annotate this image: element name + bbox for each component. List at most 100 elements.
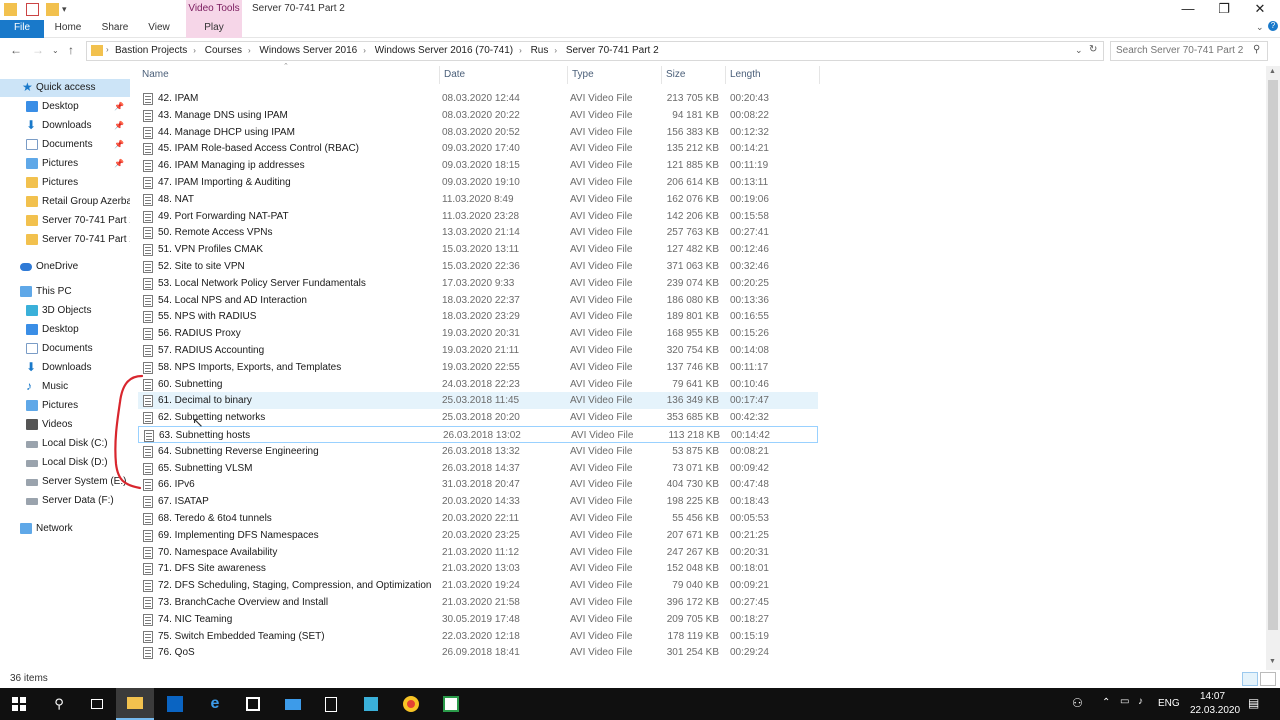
up-arrow-icon[interactable]: ↑ bbox=[68, 43, 74, 57]
nav-quick-access[interactable]: ★ Quick access bbox=[0, 79, 130, 97]
breadcrumb-item[interactable]: Server 70-741 Part 2 bbox=[566, 45, 659, 56]
file-row[interactable]: 55. NPS with RADIUS 18.03.2020 23:29 AVI V… bbox=[138, 308, 818, 325]
breadcrumb-item[interactable]: Rus bbox=[531, 45, 549, 56]
minimize-button[interactable]: — bbox=[1170, 0, 1206, 20]
tab-share[interactable]: Share bbox=[94, 20, 136, 38]
nav-disk-c[interactable]: Local Disk (C:) bbox=[0, 435, 130, 453]
address-bar[interactable]: › Bastion Projects › Courses › Windows Ser… bbox=[86, 41, 1104, 61]
file-row[interactable]: 75. Switch Embedded Teaming (SET) 22.03.2… bbox=[138, 628, 818, 645]
chrome-icon[interactable] bbox=[392, 688, 430, 720]
breadcrumb-item[interactable]: Windows Server 2016 bbox=[259, 45, 357, 56]
people-icon[interactable]: ⚇ bbox=[1072, 696, 1083, 710]
file-row[interactable]: 47. IPAM Importing & Auditing 09.03.2020 … bbox=[138, 174, 818, 191]
file-row[interactable]: 66. IPv6 31.03.2018 20:47 AVI Video File 40… bbox=[138, 476, 818, 493]
column-size[interactable]: Size bbox=[662, 66, 726, 84]
search-input[interactable] bbox=[1116, 45, 1246, 56]
properties-icon[interactable] bbox=[26, 3, 39, 16]
clock-date[interactable]: 22.03.2020 bbox=[1190, 705, 1240, 716]
camtasia-icon[interactable] bbox=[432, 688, 470, 720]
file-row[interactable]: 70. Namespace Availability 21.03.2020 11:… bbox=[138, 544, 818, 561]
file-row[interactable]: 56. RADIUS Proxy 19.03.2020 20:31 AVI Vide… bbox=[138, 325, 818, 342]
file-row[interactable]: 57. RADIUS Accounting 19.03.2020 21:11 AVI… bbox=[138, 342, 818, 359]
address-dropdown-icon[interactable]: ⌄ bbox=[1075, 45, 1083, 56]
file-row[interactable]: 58. NPS Imports, Exports, and Templates 1… bbox=[138, 359, 818, 376]
breadcrumb-item[interactable]: Bastion Projects bbox=[115, 45, 187, 56]
nav-desktop[interactable]: Desktop 📌 bbox=[0, 98, 130, 116]
file-row[interactable]: 51. VPN Profiles CMAK 15.03.2020 13:11 AVI… bbox=[138, 241, 818, 258]
file-row[interactable]: 68. Teredo & 6to4 tunnels 20.03.2020 22:1… bbox=[138, 510, 818, 527]
network-tray-icon[interactable]: ▭ bbox=[1120, 696, 1129, 707]
refresh-icon[interactable]: ↻ bbox=[1089, 44, 1097, 55]
action-center-icon[interactable]: ▤ bbox=[1248, 696, 1259, 710]
nav-pc-videos[interactable]: Videos bbox=[0, 416, 130, 434]
clock-time[interactable]: 14:07 bbox=[1200, 691, 1225, 702]
task-view-icon[interactable] bbox=[78, 688, 116, 720]
file-row[interactable]: 60. Subnetting 24.03.2018 22:23 AVI Video … bbox=[138, 376, 818, 393]
nav-pictures[interactable]: Pictures 📌 bbox=[0, 155, 130, 173]
pin-icon[interactable]: 📌 bbox=[114, 98, 124, 116]
tray-overflow-icon[interactable]: ⌃ bbox=[1102, 697, 1110, 708]
pin-icon[interactable]: 📌 bbox=[114, 117, 124, 135]
nav-pc-music[interactable]: ♪ Music bbox=[0, 378, 130, 396]
expand-ribbon-icon[interactable]: ⌄ bbox=[1256, 22, 1264, 33]
breadcrumb-item[interactable]: Windows Server 2016 (70-741) bbox=[375, 45, 513, 56]
file-row[interactable]: 49. Port Forwarding NAT-PAT 11.03.2020 23… bbox=[138, 208, 818, 225]
file-row[interactable]: 74. NIC Teaming 30.05.2019 17:48 AVI Video… bbox=[138, 611, 818, 628]
nav-folder-retail[interactable]: Retail Group Azerba bbox=[0, 193, 130, 211]
file-row[interactable]: 72. DFS Scheduling, Staging, Compression… bbox=[138, 577, 818, 594]
nav-pc-pictures[interactable]: Pictures bbox=[0, 397, 130, 415]
restore-button[interactable]: ❐ bbox=[1206, 0, 1242, 20]
calculator-icon[interactable] bbox=[312, 688, 350, 720]
tab-home[interactable]: Home bbox=[48, 20, 88, 38]
volume-icon[interactable]: ♪ bbox=[1138, 696, 1143, 707]
file-row[interactable]: 61. Decimal to binary 25.03.2018 11:45 AVI… bbox=[138, 392, 818, 410]
large-icons-view-icon[interactable] bbox=[1260, 672, 1276, 686]
column-type[interactable]: Type bbox=[568, 66, 662, 84]
nav-3d-objects[interactable]: 3D Objects bbox=[0, 302, 130, 320]
details-view-icon[interactable] bbox=[1242, 672, 1258, 686]
nav-network[interactable]: Network bbox=[0, 520, 130, 538]
edge-icon[interactable]: e bbox=[196, 688, 234, 720]
forward-arrow-icon[interactable]: → bbox=[32, 43, 44, 57]
file-row[interactable]: 44. Manage DHCP using IPAM 08.03.2020 20:… bbox=[138, 124, 818, 141]
file-row[interactable]: 71. DFS Site awareness 21.03.2020 13:03 AV… bbox=[138, 560, 818, 577]
file-row[interactable]: 63. Subnetting hosts 26.03.2018 13:02 AVI … bbox=[138, 426, 818, 443]
tab-view[interactable]: View bbox=[140, 20, 178, 38]
tab-play[interactable]: Play bbox=[186, 20, 242, 38]
customize-toolbar-icon[interactable]: ▾ bbox=[62, 3, 75, 16]
pin-icon[interactable]: 📌 bbox=[114, 155, 124, 173]
file-row[interactable]: 64. Subnetting Reverse Engineering 26.03.… bbox=[138, 443, 818, 460]
nav-folder-server-part2[interactable]: Server 70-741 Part 2 bbox=[0, 212, 130, 230]
input-language[interactable]: ENG bbox=[1158, 698, 1180, 709]
nav-disk-d[interactable]: Local Disk (D:) bbox=[0, 454, 130, 472]
file-row[interactable]: 50. Remote Access VPNs 13.03.2020 21:14 AV… bbox=[138, 224, 818, 241]
nav-downloads[interactable]: ⬇ Downloads 📌 bbox=[0, 117, 130, 135]
recent-locations-icon[interactable]: ⌄ bbox=[52, 46, 59, 55]
back-arrow-icon[interactable]: ← bbox=[10, 43, 22, 57]
store-icon[interactable] bbox=[234, 688, 272, 720]
nav-pc-downloads[interactable]: ⬇ Downloads bbox=[0, 359, 130, 377]
search-icon[interactable]: ⚲ bbox=[40, 688, 78, 720]
file-row[interactable]: 65. Subnetting VLSM 26.03.2018 14:37 AVI V… bbox=[138, 460, 818, 477]
nav-onedrive[interactable]: OneDrive bbox=[0, 258, 130, 276]
file-row[interactable]: 73. BranchCache Overview and Install 21.0… bbox=[138, 594, 818, 611]
nav-disk-f[interactable]: Server Data (F:) bbox=[0, 492, 130, 510]
column-date[interactable]: Date bbox=[440, 66, 568, 84]
nav-disk-e[interactable]: Server System (E:) bbox=[0, 473, 130, 491]
pin-icon[interactable]: 📌 bbox=[114, 136, 124, 154]
file-row[interactable]: 42. IPAM 08.03.2020 12:44 AVI Video File 21… bbox=[138, 90, 818, 107]
nav-pc-documents[interactable]: Documents bbox=[0, 340, 130, 358]
file-row[interactable]: 48. NAT 11.03.2020 8:49 AVI Video File 162 … bbox=[138, 191, 818, 208]
breadcrumb-item[interactable]: Courses bbox=[205, 45, 242, 56]
nav-folder-pictures[interactable]: Pictures bbox=[0, 174, 130, 192]
file-row[interactable]: 54. Local NPS and AD Interaction 18.03.20… bbox=[138, 292, 818, 309]
file-row[interactable]: 53. Local Network Policy Server Fundamen… bbox=[138, 275, 818, 292]
file-explorer-icon[interactable] bbox=[116, 688, 154, 720]
outlook-icon[interactable] bbox=[156, 688, 194, 720]
file-row[interactable]: 43. Manage DNS using IPAM 08.03.2020 20:2… bbox=[138, 107, 818, 124]
scroll-down-icon[interactable]: ▼ bbox=[1269, 658, 1276, 665]
azure-storage-icon[interactable] bbox=[352, 688, 390, 720]
mail-icon[interactable] bbox=[274, 688, 312, 720]
file-row[interactable]: 69. Implementing DFS Namespaces 20.03.202… bbox=[138, 527, 818, 544]
file-row[interactable]: 45. IPAM Role-based Access Control (RBAC… bbox=[138, 140, 818, 157]
